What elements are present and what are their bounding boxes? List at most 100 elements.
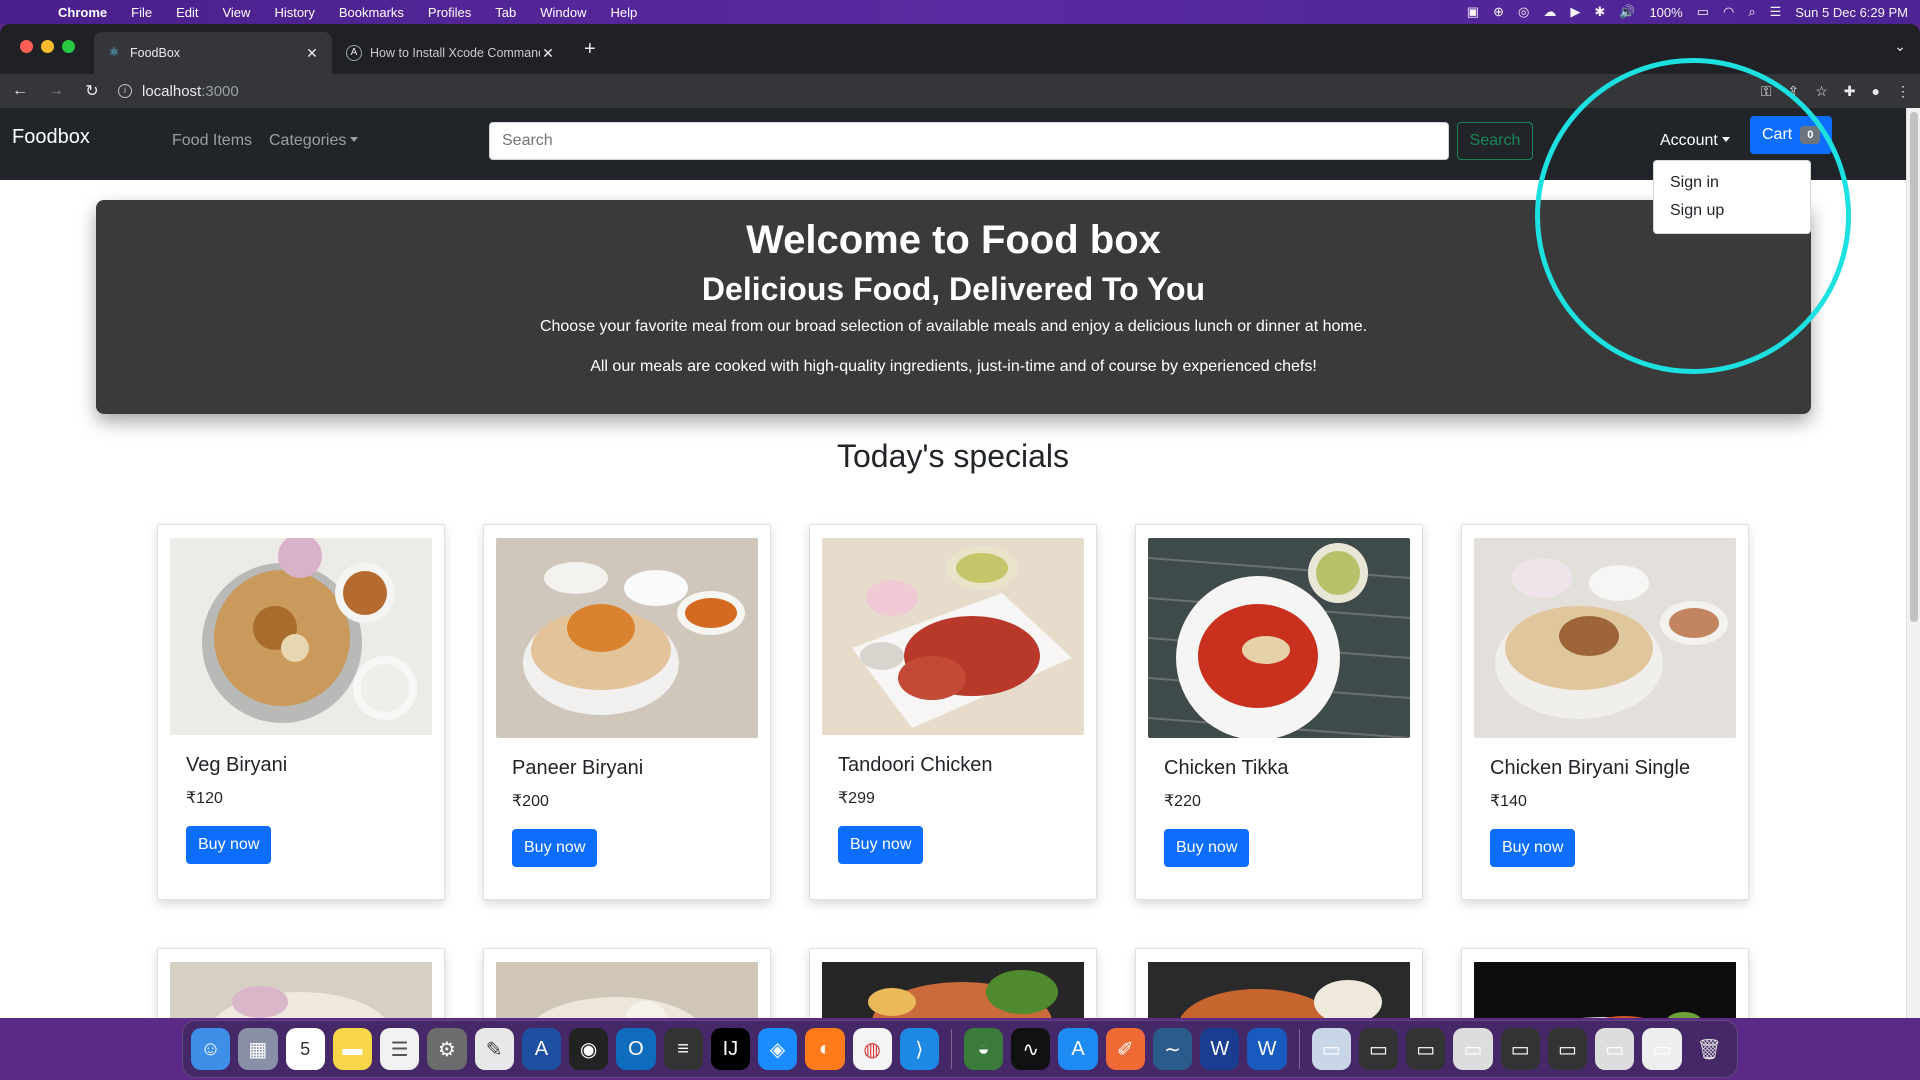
product-image[interactable]	[822, 538, 1084, 735]
share-icon[interactable]: ⇪	[1788, 83, 1800, 100]
play-icon[interactable]: ▶	[1570, 4, 1580, 20]
minimized-window-icon[interactable]: ▭	[1358, 1028, 1399, 1070]
bookmark-star-icon[interactable]: ☆	[1815, 83, 1828, 100]
tab-xcode[interactable]: A How to Install Xcode Command ✕	[334, 32, 568, 74]
notes-icon[interactable]: ▬	[332, 1028, 372, 1070]
menu-file[interactable]: File	[119, 5, 164, 20]
buy-now-button[interactable]: Buy now	[512, 829, 598, 867]
search-status-icon[interactable]: ◎	[1518, 4, 1529, 20]
globe-icon[interactable]: ⊕	[1493, 4, 1504, 20]
close-window-icon[interactable]	[20, 40, 33, 53]
safari-icon[interactable]: ◈	[758, 1028, 798, 1070]
scrollbar-thumb[interactable]	[1910, 112, 1918, 622]
forward-icon[interactable]: →	[46, 82, 66, 100]
activity-monitor-icon[interactable]: ∿	[1011, 1028, 1051, 1070]
trash-icon[interactable]: 🗑	[1690, 1028, 1729, 1070]
product-image[interactable]	[496, 962, 758, 1018]
sign-up-link[interactable]: Sign up	[1654, 197, 1810, 225]
menu-tab[interactable]: Tab	[483, 5, 528, 20]
buy-now-button[interactable]: Buy now	[838, 826, 924, 864]
tab-search-chevron-icon[interactable]: ⌄	[1894, 38, 1906, 55]
menu-app-name[interactable]: Chrome	[46, 5, 119, 20]
search-button[interactable]: Search	[1457, 122, 1533, 160]
launchpad-icon[interactable]: ▦	[238, 1028, 278, 1070]
nav-categories[interactable]: Categories	[269, 132, 359, 150]
datetime[interactable]: Sun 5 Dec 6:29 PM	[1795, 5, 1908, 20]
finder-icon[interactable]: ☺	[191, 1028, 231, 1070]
cloud-icon[interactable]: ☁	[1543, 4, 1556, 20]
zoom-window-icon[interactable]	[62, 40, 75, 53]
webex-icon[interactable]: W	[1200, 1028, 1240, 1070]
product-image[interactable]	[170, 962, 432, 1018]
brand-logo[interactable]: Foodbox	[12, 126, 90, 149]
sublime-icon[interactable]: ≡	[663, 1028, 703, 1070]
menu-window[interactable]: Window	[528, 5, 598, 20]
firefox-icon[interactable]: ◐	[805, 1028, 845, 1070]
close-tab-icon[interactable]: ✕	[304, 45, 320, 62]
reminders-icon[interactable]: ☰	[380, 1028, 420, 1070]
buy-now-button[interactable]: Buy now	[1490, 829, 1576, 867]
sign-in-link[interactable]: Sign in	[1654, 169, 1810, 197]
app-store-icon[interactable]: A	[1058, 1028, 1098, 1070]
intellij-icon[interactable]: IJ	[710, 1028, 750, 1070]
spotlight-icon[interactable]: ⌕	[1748, 4, 1755, 20]
menu-bookmarks[interactable]: Bookmarks	[327, 5, 416, 20]
wireshark-icon[interactable]: ∼	[1152, 1028, 1193, 1070]
account-dropdown-toggle[interactable]: Account	[1660, 132, 1730, 150]
more-menu-icon[interactable]: ⋮	[1896, 83, 1910, 100]
minimized-window-icon[interactable]: ▭	[1595, 1028, 1635, 1070]
outlook-icon[interactable]: O	[616, 1028, 656, 1070]
address-bar[interactable]: i localhost:3000	[118, 83, 239, 100]
product-image[interactable]	[822, 962, 1084, 1018]
menu-help[interactable]: Help	[599, 5, 650, 20]
chrome-icon[interactable]: ◍	[852, 1028, 892, 1070]
minimized-window-icon[interactable]: ▭	[1406, 1028, 1446, 1070]
page-scrollbar[interactable]	[1906, 108, 1920, 1018]
android-studio-icon[interactable]: A	[521, 1028, 561, 1070]
minimized-window-icon[interactable]: ▭	[1642, 1028, 1682, 1070]
minimized-window-icon[interactable]: ▭	[1311, 1028, 1351, 1070]
control-center-icon[interactable]: ☰	[1770, 4, 1782, 20]
minimized-window-icon[interactable]: ▭	[1547, 1028, 1588, 1070]
system-preferences-icon[interactable]: ⚙	[427, 1028, 467, 1070]
search-input[interactable]	[489, 122, 1449, 160]
minimized-window-icon[interactable]: ▭	[1500, 1028, 1540, 1070]
minimized-window-icon[interactable]: ▭	[1453, 1028, 1493, 1070]
wifi-icon[interactable]: ◠	[1723, 4, 1734, 20]
word-icon[interactable]: W	[1247, 1028, 1287, 1070]
product-image[interactable]	[1474, 538, 1736, 738]
globe-app-icon[interactable]: ◒	[963, 1028, 1004, 1070]
product-image[interactable]	[1148, 962, 1410, 1018]
minimize-window-icon[interactable]	[41, 40, 54, 53]
product-image[interactable]	[496, 538, 758, 738]
calendar-icon[interactable]: 5	[285, 1028, 325, 1070]
volume-icon[interactable]: 🔊	[1619, 4, 1635, 20]
obs-icon[interactable]: ◉	[569, 1028, 609, 1070]
textedit-icon[interactable]: ✎	[474, 1028, 514, 1070]
tab-foodbox[interactable]: ⚛ FoodBox ✕	[94, 32, 332, 74]
buy-now-button[interactable]: Buy now	[186, 826, 272, 864]
bluetooth-icon[interactable]: ✱	[1594, 4, 1605, 20]
menu-view[interactable]: View	[210, 5, 262, 20]
reload-icon[interactable]: ↻	[82, 81, 102, 101]
product-image[interactable]	[170, 538, 432, 735]
product-image[interactable]	[1474, 962, 1736, 1018]
profile-icon[interactable]: ●	[1872, 83, 1880, 99]
pencil-app-icon[interactable]: ✐	[1105, 1028, 1145, 1070]
buy-now-button[interactable]: Buy now	[1164, 829, 1250, 867]
back-icon[interactable]: ←	[10, 82, 30, 100]
cart-button[interactable]: Cart 0	[1750, 116, 1833, 154]
status-app-icon[interactable]: ▣	[1467, 4, 1479, 20]
menu-edit[interactable]: Edit	[164, 5, 210, 20]
new-tab-icon[interactable]: +	[584, 38, 596, 61]
site-info-icon[interactable]: i	[118, 84, 132, 98]
nav-food-items[interactable]: Food Items	[172, 132, 252, 150]
battery-icon[interactable]: ▭	[1697, 4, 1709, 20]
vscode-icon[interactable]: ⟩	[899, 1028, 939, 1070]
menu-history[interactable]: History	[262, 5, 326, 20]
product-image[interactable]	[1148, 538, 1410, 738]
close-tab-icon[interactable]: ✕	[540, 45, 556, 62]
menu-profiles[interactable]: Profiles	[416, 5, 483, 20]
key-icon[interactable]: ⚿	[1761, 83, 1772, 100]
extensions-icon[interactable]: ✚	[1844, 83, 1856, 100]
